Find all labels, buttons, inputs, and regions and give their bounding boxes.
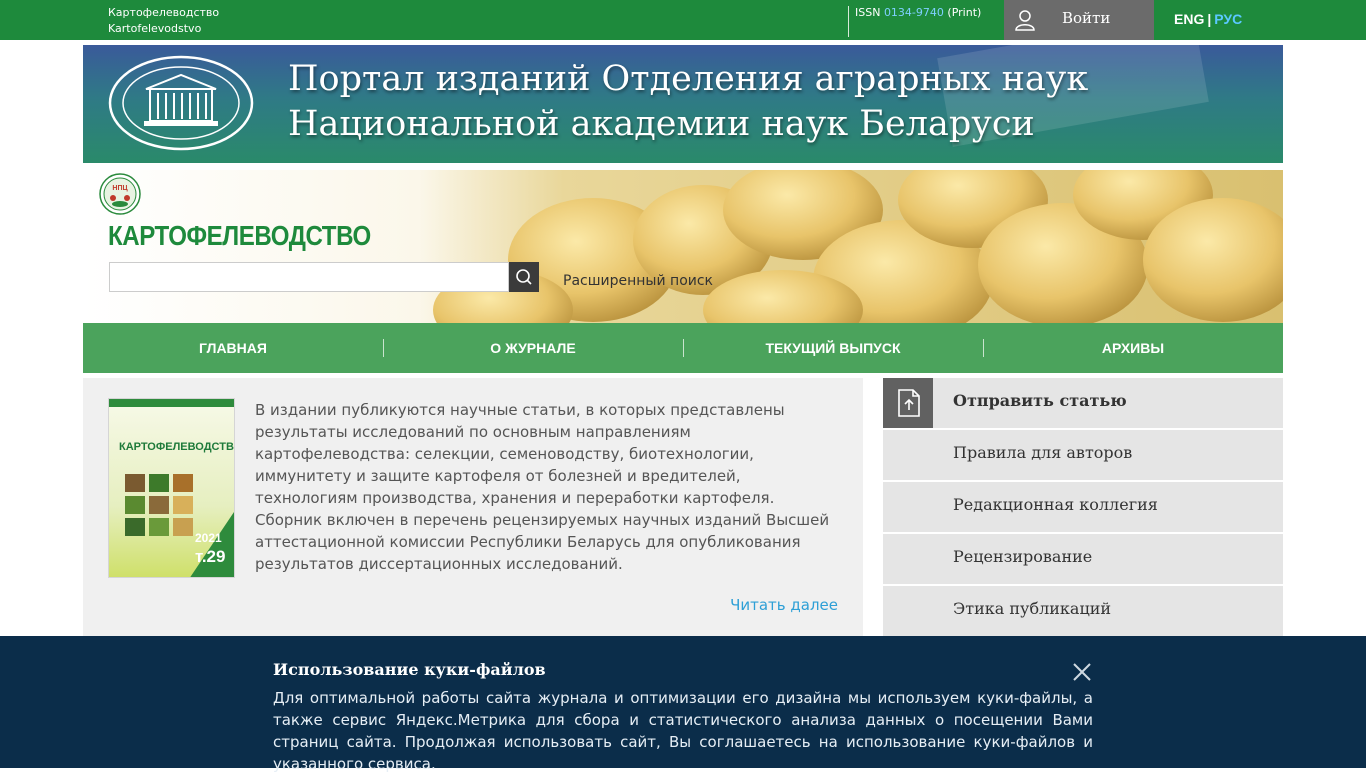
journal-name[interactable]: Картофелеводство Kartofelevodstvo (108, 5, 219, 37)
main-nav: ГЛАВНАЯ О ЖУРНАЛЕ ТЕКУЩИЙ ВЫПУСК АРХИВЫ (83, 323, 1283, 373)
journal-name-lat: Kartofelevodstvo (108, 22, 202, 35)
top-bar: Картофелеводство Kartofelevodstvo ISSN 0… (0, 0, 1366, 40)
search-input[interactable] (109, 262, 509, 292)
cover-year: 2021 (195, 531, 222, 545)
user-icon (1015, 10, 1035, 31)
issn-suffix: (Print) (947, 6, 982, 19)
svg-text:НПЦ: НПЦ (112, 185, 128, 192)
sidebar-item-author-guidelines[interactable]: Правила для авторов (883, 430, 1283, 480)
sidebar-item-peer-review[interactable]: Рецензирование (883, 534, 1283, 584)
cover-volume: т.29 (195, 547, 226, 566)
nav-item-about[interactable]: О ЖУРНАЛЕ (383, 323, 683, 373)
login-button[interactable]: Войти (1004, 0, 1154, 40)
sidebar-item-label: Отправить статью (953, 391, 1127, 410)
sidebar-item-label: Этика публикаций (953, 599, 1112, 618)
lang-eng-link[interactable]: ENG (1174, 11, 1204, 27)
journal-cover-image[interactable]: КАРТОФЕЛЕВОДСТВО 2021 т.29 (108, 398, 235, 578)
academy-emblem-icon (108, 55, 254, 151)
language-switcher: ENG | РУС (1174, 11, 1242, 27)
lang-separator: | (1207, 11, 1212, 27)
cookie-title: Использование куки-файлов (273, 660, 546, 679)
portal-title-line2: Национальной академии наук Беларуси (288, 104, 1035, 144)
issn-prefix: ISSN (855, 6, 881, 19)
npc-logo-icon: НПЦ (99, 173, 141, 215)
search-button[interactable] (509, 262, 539, 292)
journal-header: НПЦ КАРТОФЕЛЕВОДСТВО Расширенный поиск (83, 170, 1283, 323)
cover-title: КАРТОФЕЛЕВОДСТВО (119, 441, 235, 453)
close-icon[interactable] (1071, 661, 1093, 683)
journal-name-ru: Картофелеводство (108, 6, 220, 19)
sidebar-item-publication-ethics[interactable]: Этика публикаций (883, 586, 1283, 636)
portal-title: Портал изданий Отделения аграрных наук Н… (288, 57, 1088, 147)
nav-item-current-issue[interactable]: ТЕКУЩИЙ ВЫПУСК (683, 323, 983, 373)
sidebar-menu: Отправить статью Правила для авторов Ред… (883, 378, 1283, 638)
sidebar-item-submit-article[interactable]: Отправить статью (883, 378, 1283, 428)
journal-title[interactable]: КАРТОФЕЛЕВОДСТВО (108, 220, 371, 252)
portal-banner[interactable]: Портал изданий Отделения аграрных наук Н… (83, 45, 1283, 163)
lang-rus-link[interactable]: РУС (1214, 11, 1242, 27)
issn-info: ISSN 0134-9740 (Print) (848, 6, 981, 37)
document-upload-icon (883, 378, 933, 428)
sidebar-item-label: Правила для авторов (953, 443, 1133, 462)
sidebar-item-label: Рецензирование (953, 547, 1093, 566)
cookie-banner: Использование куки-файлов Для оптимально… (0, 636, 1366, 773)
nav-item-home[interactable]: ГЛАВНАЯ (83, 323, 383, 373)
portal-title-line1: Портал изданий Отделения аграрных наук (288, 59, 1089, 99)
login-label: Войти (1062, 9, 1111, 27)
sidebar-item-label: Редакционная коллегия (953, 495, 1158, 514)
read-more-link[interactable]: Читать далее (730, 596, 838, 614)
journal-about-section: КАРТОФЕЛЕВОДСТВО 2021 т.29 В издании пуб… (83, 378, 863, 636)
cookie-text: Для оптимальной работы сайта журнала и о… (273, 689, 1093, 773)
issn-number[interactable]: 0134-9740 (884, 6, 944, 19)
sidebar-item-editorial-board[interactable]: Редакционная коллегия (883, 482, 1283, 532)
search-icon (516, 269, 532, 285)
journal-description: В издании публикуются научные статьи, в … (255, 401, 830, 573)
advanced-search-link[interactable]: Расширенный поиск (563, 273, 713, 289)
nav-item-archives[interactable]: АРХИВЫ (983, 323, 1283, 373)
